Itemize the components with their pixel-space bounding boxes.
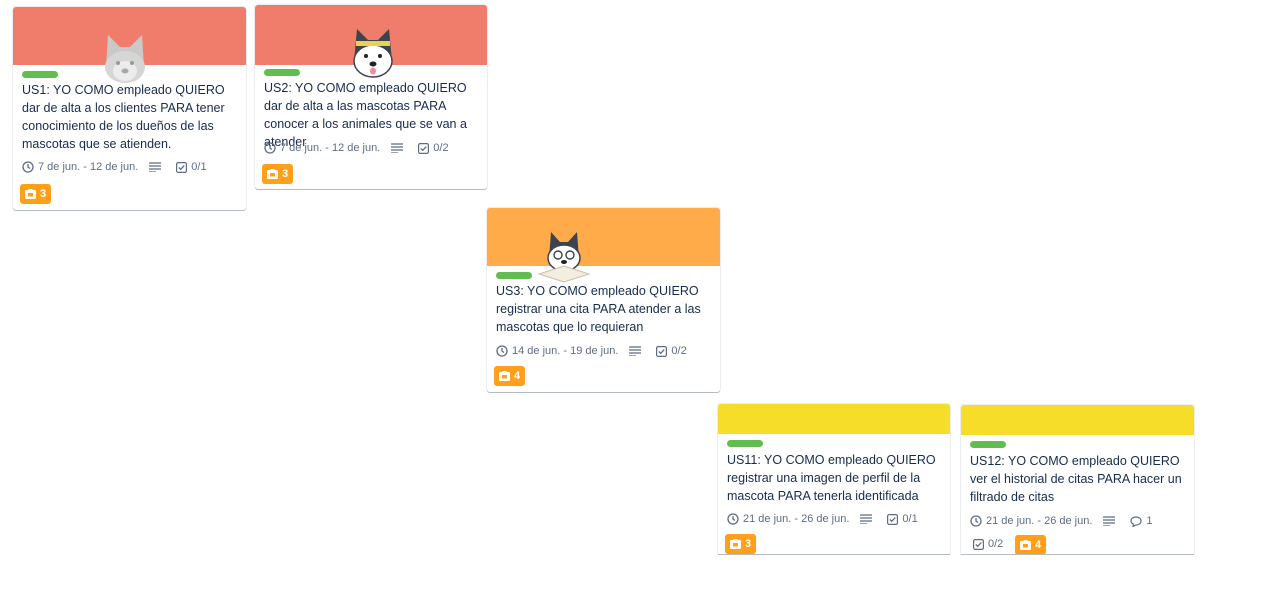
- card-title: US3: YO COMO empleado QUIERO registrar u…: [496, 284, 701, 334]
- card-cover: [961, 405, 1194, 435]
- card-cover: [487, 208, 720, 266]
- card-badges: 7 de jun. - 12 de jun. 0/1: [22, 158, 238, 176]
- card-title: US11: YO COMO empleado QUIERO registrar …: [727, 453, 936, 503]
- checklist-count: 0/1: [902, 513, 918, 525]
- card-cover: [718, 404, 950, 434]
- description-badge: [391, 139, 407, 157]
- story-points-badge: 4: [1015, 535, 1047, 554]
- card-label-green[interactable]: [496, 272, 532, 279]
- checklist-count: 0/1: [191, 161, 207, 173]
- points-icon: [499, 371, 510, 381]
- due-date-badge: 7 de jun. - 12 de jun.: [264, 139, 380, 157]
- checklist-badge: 0/1: [176, 158, 207, 176]
- story-points-value: 4: [1035, 539, 1042, 551]
- clock-icon: [22, 161, 34, 173]
- card-label-green[interactable]: [264, 69, 300, 76]
- description-icon: [391, 143, 404, 153]
- due-date-text: 7 de jun. - 12 de jun.: [280, 142, 381, 154]
- card-us2[interactable]: US2: YO COMO empleado QUIERO dar de alta…: [255, 5, 487, 189]
- story-points-value: 3: [745, 538, 752, 550]
- checklist-badge: 0/2: [973, 535, 1003, 553]
- checklist-count: 0/2: [671, 345, 687, 357]
- checklist-icon: [176, 161, 188, 173]
- points-icon: [25, 189, 36, 199]
- card-title: US12: YO COMO empleado QUIERO ver el his…: [970, 454, 1182, 504]
- clock-icon: [727, 513, 739, 525]
- card-badges-row2: 0/2: [973, 535, 1186, 553]
- description-icon: [1103, 516, 1116, 526]
- card-label-green[interactable]: [727, 440, 763, 447]
- card-badges: 21 de jun. - 26 de jun. 0/1: [727, 510, 942, 528]
- card-us1[interactable]: US1: YO COMO empleado QUIERO dar de alta…: [13, 7, 246, 210]
- due-date-badge: 21 de jun. - 26 de jun.: [727, 510, 849, 528]
- story-points-badge: 3: [262, 164, 294, 184]
- due-date-badge: 7 de jun. - 12 de jun.: [22, 158, 138, 176]
- checklist-icon: [418, 142, 430, 154]
- due-date-text: 7 de jun. - 12 de jun.: [38, 161, 139, 173]
- checklist-icon: [887, 513, 899, 525]
- comments-badge: 1: [1130, 512, 1153, 530]
- description-icon: [629, 346, 642, 356]
- checklist-count: 0/2: [988, 538, 1004, 550]
- card-label-green[interactable]: [970, 441, 1006, 448]
- story-points-badge: 3: [20, 184, 52, 204]
- story-points-badge: 3: [725, 534, 757, 554]
- husky-reading-mascot-icon: [537, 232, 591, 283]
- checklist-icon: [656, 345, 668, 357]
- clock-icon: [970, 515, 982, 527]
- due-date-text: 14 de jun. - 19 de jun.: [512, 345, 619, 357]
- due-date-text: 21 de jun. - 26 de jun.: [743, 513, 850, 525]
- card-us3[interactable]: US3: YO COMO empleado QUIERO registrar u…: [487, 208, 720, 392]
- clock-icon: [496, 345, 508, 357]
- card-label-green[interactable]: [22, 71, 58, 78]
- due-date-text: 21 de jun. - 26 de jun.: [986, 515, 1093, 527]
- description-badge: [149, 158, 165, 176]
- card-badges: 14 de jun. - 19 de jun. 0/2: [496, 342, 712, 360]
- comment-icon: [1130, 515, 1143, 527]
- description-badge: [860, 510, 876, 528]
- checklist-count: 0/2: [433, 142, 449, 154]
- points-icon: [730, 539, 741, 549]
- husky-headband-mascot-icon: [353, 29, 393, 78]
- card-title: US1: YO COMO empleado QUIERO dar de alta…: [22, 83, 225, 151]
- husky-mascot-icon: [105, 35, 145, 83]
- comments-count: 1: [1146, 515, 1153, 527]
- checklist-badge: 0/2: [418, 139, 449, 157]
- card-badges: 7 de jun. - 12 de jun. 0/2: [264, 139, 479, 157]
- due-date-badge: 21 de jun. - 26 de jun.: [970, 512, 1092, 530]
- description-icon: [149, 162, 162, 172]
- checklist-badge: 0/1: [887, 510, 918, 528]
- description-badge: [629, 342, 645, 360]
- checklist-badge: 0/2: [656, 342, 687, 360]
- description-icon: [860, 514, 873, 524]
- card-badges: 21 de jun. - 26 de jun. 1: [970, 512, 1186, 530]
- story-points-value: 3: [282, 168, 289, 180]
- points-icon: [267, 169, 278, 179]
- points-icon: [1020, 540, 1031, 550]
- due-date-badge: 14 de jun. - 19 de jun.: [496, 342, 618, 360]
- story-points-badge: 4: [494, 366, 526, 386]
- checklist-icon: [973, 538, 984, 550]
- clock-icon: [264, 142, 276, 154]
- story-points-value: 4: [514, 370, 521, 382]
- description-badge: [1103, 512, 1119, 530]
- story-points-value: 3: [40, 188, 47, 200]
- card-us12[interactable]: US12: YO COMO empleado QUIERO ver el his…: [961, 405, 1194, 554]
- card-us11[interactable]: US11: YO COMO empleado QUIERO registrar …: [718, 404, 950, 554]
